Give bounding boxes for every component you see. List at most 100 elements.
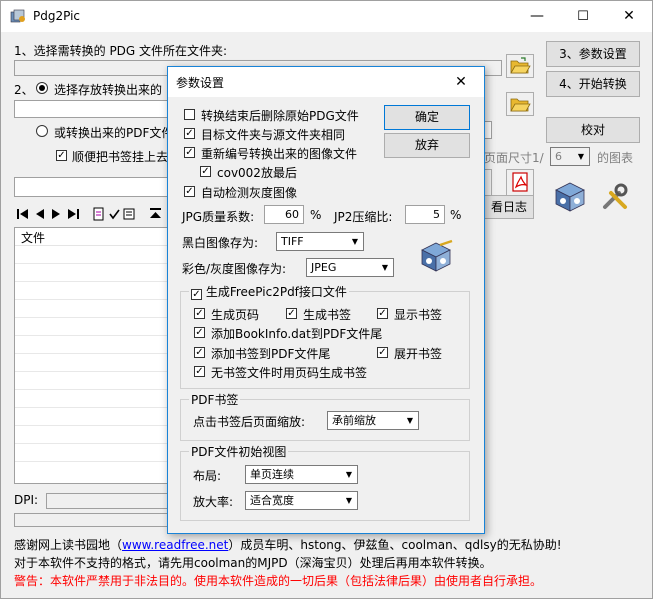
bw-format-select[interactable]: TIFF ▼ [276, 232, 364, 251]
toolbar [14, 205, 174, 223]
chevron-down-icon: ▼ [577, 152, 585, 161]
jp2-ratio-input[interactable]: 5 [405, 205, 445, 224]
pdf-icon [512, 172, 528, 192]
cb-gen-bookmark-label: 生成书签 [303, 308, 352, 322]
cb-no-bookmark-page[interactable]: ✓ [194, 366, 205, 377]
radio-output-folder-label: 选择存放转换出来的 [54, 83, 163, 97]
cb-add-bookmark-tail[interactable]: ✓ [194, 347, 205, 358]
color-format-select[interactable]: JPEG ▼ [306, 258, 394, 277]
pdf-view-group-title: PDF文件初始视图 [189, 443, 289, 460]
cb-add-bookinfo[interactable]: ✓ [194, 327, 205, 338]
cb-no-bookmark-page-label: 无书签文件时用页码生成书签 [211, 366, 368, 380]
color-save-label: 彩色/灰度图像存为: [182, 262, 287, 276]
prev-icon[interactable] [36, 209, 44, 219]
freepic-group: ✓ 生成FreePic2Pdf接口文件 ✓ 生成页码 ✓ 生成书签 ✓ 显示书签… [180, 283, 470, 389]
close-button[interactable]: ✕ [606, 1, 652, 32]
cb-gen-page[interactable]: ✓ [194, 308, 205, 319]
file-column-header[interactable]: 文件 [21, 229, 45, 246]
cb-freepic[interactable]: ✓ [191, 289, 202, 300]
start-button[interactable]: 4、开始转换 [546, 71, 640, 97]
magnification-select[interactable]: 适合宽度 ▼ [245, 491, 358, 510]
cb-show-bookmark[interactable]: ✓ [377, 308, 388, 319]
folder-open-icon [510, 57, 531, 74]
browse-output-button[interactable] [506, 92, 534, 116]
readfree-link[interactable]: www.readfree.net [122, 538, 228, 552]
jp2-ratio-unit: % [450, 208, 462, 222]
jp2-ratio-label: JP2压缩比: [334, 210, 393, 224]
browse-source-button[interactable] [506, 54, 534, 78]
cb-expand-bookmark[interactable]: ✓ [377, 347, 388, 358]
pdf-button[interactable] [506, 169, 534, 197]
magnification-value: 适合宽度 [250, 494, 294, 507]
radio-output-folder[interactable] [36, 82, 48, 94]
cb-renumber-label: 重新编号转换出来的图像文件 [201, 147, 358, 161]
minimize-button[interactable]: — [514, 1, 560, 32]
footer-thanks: 感谢网上读书园地（www.readfree.net）成员车明、hstong、伊兹… [14, 536, 562, 553]
pdf-view-group: PDF文件初始视图 布局: 单页连续 ▼ 放大率: 适合宽度 ▼ [180, 443, 470, 521]
file-list[interactable]: 文件 [14, 227, 174, 484]
cb-add-bookmark-tail-label: 添加书签到PDF文件尾 [211, 347, 331, 361]
chevron-down-icon: ▼ [406, 416, 414, 425]
chevron-down-icon: ▼ [345, 496, 353, 505]
dialog-close-button[interactable]: ✕ [438, 67, 484, 97]
bookmark-file-field[interactable] [14, 177, 174, 197]
cb-auto-gray[interactable]: ✓ [184, 186, 195, 197]
chevron-down-icon: ▼ [345, 470, 353, 479]
params-button[interactable]: 3、参数设置 [546, 41, 640, 67]
maximize-button[interactable]: ☐ [560, 1, 606, 32]
magnification-label: 放大率: [193, 495, 234, 509]
list-icon[interactable] [123, 208, 135, 220]
cb-cov002[interactable]: ✓ [200, 166, 211, 177]
cb-expand-bookmark-label: 展开书签 [394, 347, 443, 361]
app-icon [10, 9, 25, 23]
freepic-group-title: 生成FreePic2Pdf接口文件 [205, 285, 347, 299]
dialog-title: 参数设置 [176, 76, 225, 90]
dialog-title-bar: 参数设置 ✕ [168, 67, 484, 97]
edit-icon[interactable] [93, 207, 104, 221]
dpi-field [46, 493, 174, 509]
progress-bar [14, 513, 174, 527]
jpg-quality-label: JPG质量系数: [182, 210, 255, 224]
cb-cov002-label: cov002放最后 [217, 166, 297, 180]
cb-auto-gray-label: 自动检测灰度图像 [201, 186, 298, 200]
first-icon[interactable] [17, 209, 28, 219]
file-list-header: 文件 [15, 228, 173, 246]
pdf-bookmark-group: PDF书签 点击书签后页面缩放: 承前缩放 ▼ [180, 391, 470, 441]
footer-warning: 警告：本软件严禁用于非法目的。使用本软件造成的一切后果（包括法律后果）由使用者自… [14, 574, 543, 588]
pdf-output-field[interactable] [484, 121, 492, 139]
folder-open-icon [510, 98, 531, 112]
proofread-button[interactable]: 校对 [546, 117, 640, 143]
page-size-suffix: 的图表 [597, 151, 634, 165]
cb-delete-pdg[interactable] [184, 109, 195, 120]
view-log-button[interactable]: 看日志 [484, 195, 534, 219]
check-icon[interactable] [109, 209, 120, 220]
attach-bookmark-checkbox[interactable]: ✓ [56, 150, 67, 161]
bookmark-zoom-select[interactable]: 承前缩放 ▼ [327, 411, 419, 430]
output-folder-field[interactable] [14, 100, 174, 118]
cancel-button[interactable]: 放弃 [384, 133, 470, 158]
layout-value: 单页连续 [250, 468, 294, 481]
last-icon[interactable] [68, 209, 79, 219]
page-size-select[interactable]: 6 ▼ [550, 147, 590, 166]
jpg-quality-input[interactable]: 60 [264, 205, 304, 224]
cb-same-folder[interactable]: ✓ [184, 128, 195, 139]
radio-pdf-output[interactable] [36, 125, 48, 137]
freepic-group-header: ✓ 生成FreePic2Pdf接口文件 [189, 283, 349, 300]
bw-save-label: 黑白图像存为: [182, 236, 259, 250]
color-format-value: JPEG [311, 261, 337, 274]
params-dialog: 参数设置 ✕ 确定 放弃 转换结束后删除原始PDG文件 ✓ 目标文件夹与源文件夹… [167, 66, 485, 534]
footer-thanks-prefix: 感谢网上读书园地（ [14, 538, 123, 552]
top-icon[interactable] [150, 208, 161, 218]
cb-delete-pdg-label: 转换结束后删除原始PDG文件 [201, 109, 359, 123]
page-size-label: 页面尺寸1/ [484, 151, 544, 165]
cb-same-folder-label: 目标文件夹与源文件夹相同 [201, 128, 346, 142]
cb-gen-bookmark[interactable]: ✓ [286, 308, 297, 319]
window-title: Pdg2Pic [33, 9, 81, 23]
ok-button[interactable]: 确定 [384, 105, 470, 130]
next-icon[interactable] [52, 209, 60, 219]
cb-renumber[interactable]: ✓ [184, 147, 195, 158]
chevron-down-icon: ▼ [381, 263, 389, 272]
radio-pdf-output-label: 或转换出来的PDF文件 [54, 126, 174, 140]
layout-select[interactable]: 单页连续 ▼ [245, 465, 358, 484]
hidden-tool-button[interactable] [484, 169, 492, 197]
